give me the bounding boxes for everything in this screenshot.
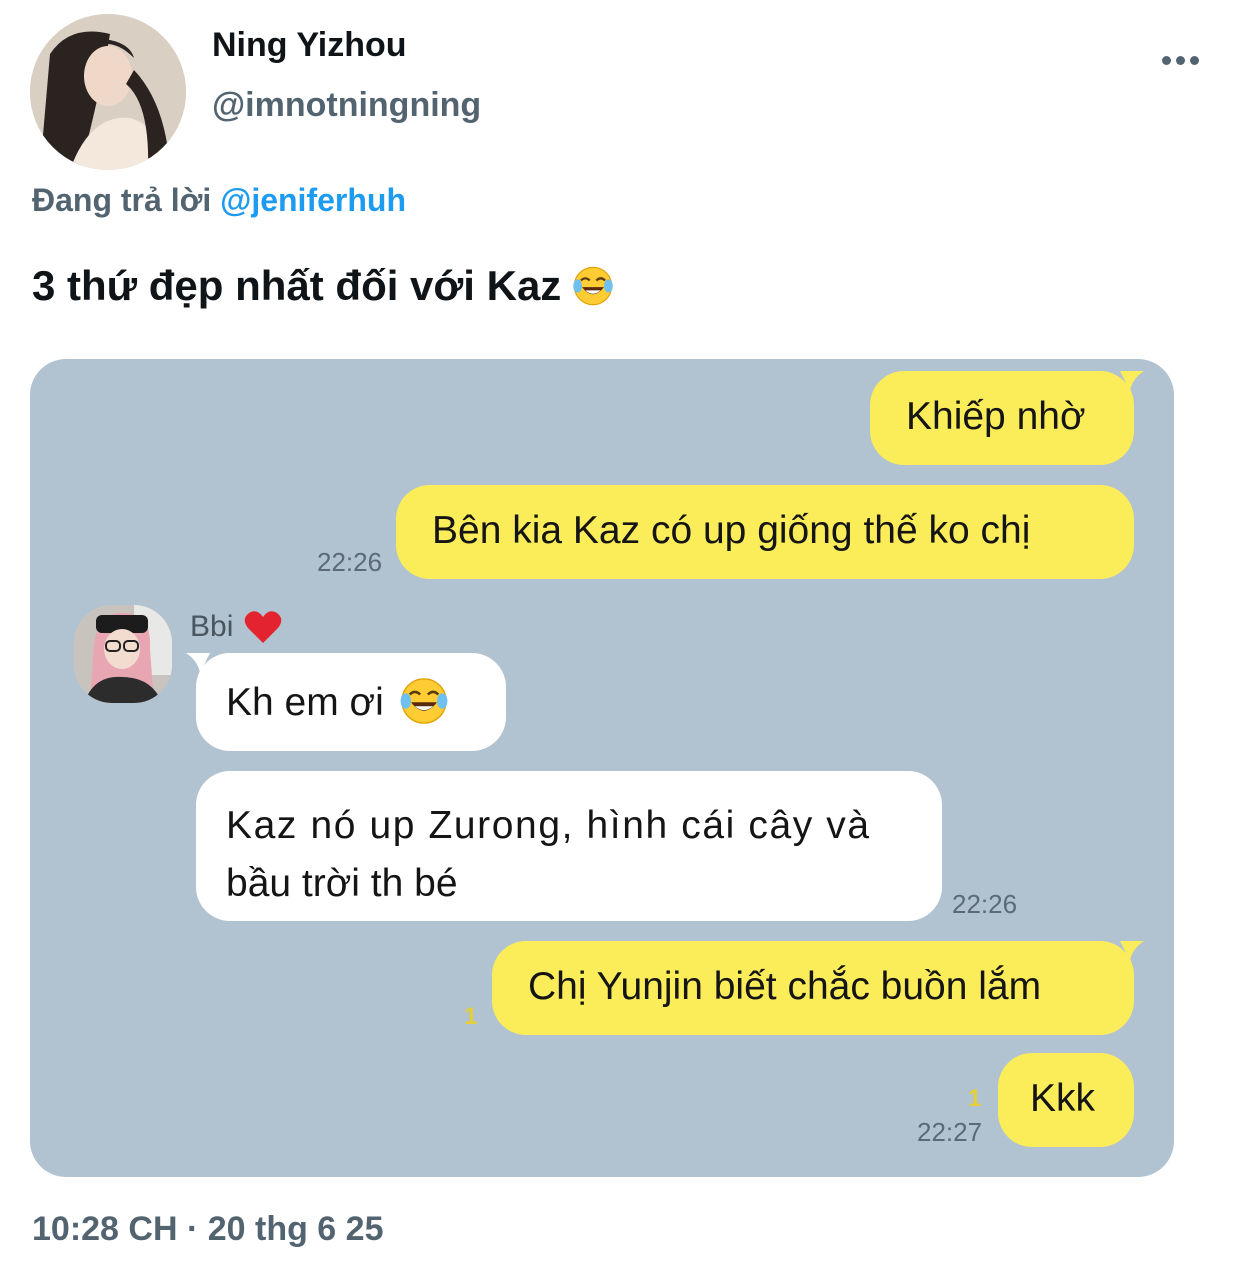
friend-avatar — [74, 605, 172, 703]
message-time: 22:26 — [317, 547, 383, 577]
chat-bubble-incoming: Kh em ơi — [196, 653, 506, 751]
profile-avatar[interactable] — [30, 14, 186, 170]
face-with-tears-of-joy-icon — [573, 266, 614, 306]
message-text: Chị Yunjin biết chắc buồn lắm — [528, 965, 1042, 1008]
chat-bubble-outgoing: Kkk — [998, 1053, 1134, 1147]
message-time: 22:27 — [917, 1117, 983, 1147]
replying-to-line: Đang trả lời @jeniferhuh — [32, 182, 406, 219]
message-text-line: bầu trời th bé — [226, 862, 458, 905]
message-text: Kh em ơi — [226, 681, 384, 724]
bubble-tail — [186, 653, 210, 673]
message-text: Kkk — [1030, 1077, 1096, 1120]
chat-screenshot-image[interactable]: Khiếp nhờ Bên kia Kaz có up giống thế ko… — [30, 359, 1174, 1177]
chat-bubble-outgoing: Khiếp nhờ — [870, 371, 1134, 465]
user-handle[interactable]: @imnotningning — [212, 86, 481, 125]
bubble-tail — [1120, 371, 1144, 391]
chat-bubble-outgoing: Bên kia Kaz có up giống thế ko chị — [396, 485, 1134, 579]
chat-bubble-incoming: Kaz nó up Zurong, hình cái cây và bầu tr… — [196, 771, 942, 921]
face-with-tears-of-joy-icon — [400, 678, 448, 724]
replying-prefix: Đang trả lời — [32, 182, 212, 218]
bubble-tail — [1120, 941, 1144, 961]
unread-count: 1 — [968, 1085, 982, 1112]
tweet-text: 3 thứ đẹp nhất đối với Kaz — [32, 262, 615, 310]
more-options-icon[interactable] — [1150, 40, 1210, 80]
tweet-text-content: 3 thứ đẹp nhất đối với Kaz — [32, 262, 562, 309]
message-text: Khiếp nhờ — [906, 395, 1086, 438]
display-name[interactable]: Ning Yizhou — [212, 26, 407, 65]
unread-count: 1 — [464, 1003, 478, 1030]
friend-name: Bbi — [190, 610, 234, 643]
tweet-timestamp[interactable]: 10:28 CH · 20 thg 6 25 — [32, 1210, 383, 1249]
red-heart-icon — [245, 611, 282, 643]
message-text-line: Kaz nó up Zurong, hình cái cây và — [226, 804, 871, 847]
message-time: 22:26 — [952, 889, 1018, 919]
friend-name-row: Bbi — [190, 609, 283, 645]
chat-bubble-outgoing: Chị Yunjin biết chắc buồn lắm — [492, 941, 1134, 1035]
message-text: Bên kia Kaz có up giống thế ko chị — [432, 509, 1031, 552]
mention-link[interactable]: @jeniferhuh — [220, 182, 406, 218]
